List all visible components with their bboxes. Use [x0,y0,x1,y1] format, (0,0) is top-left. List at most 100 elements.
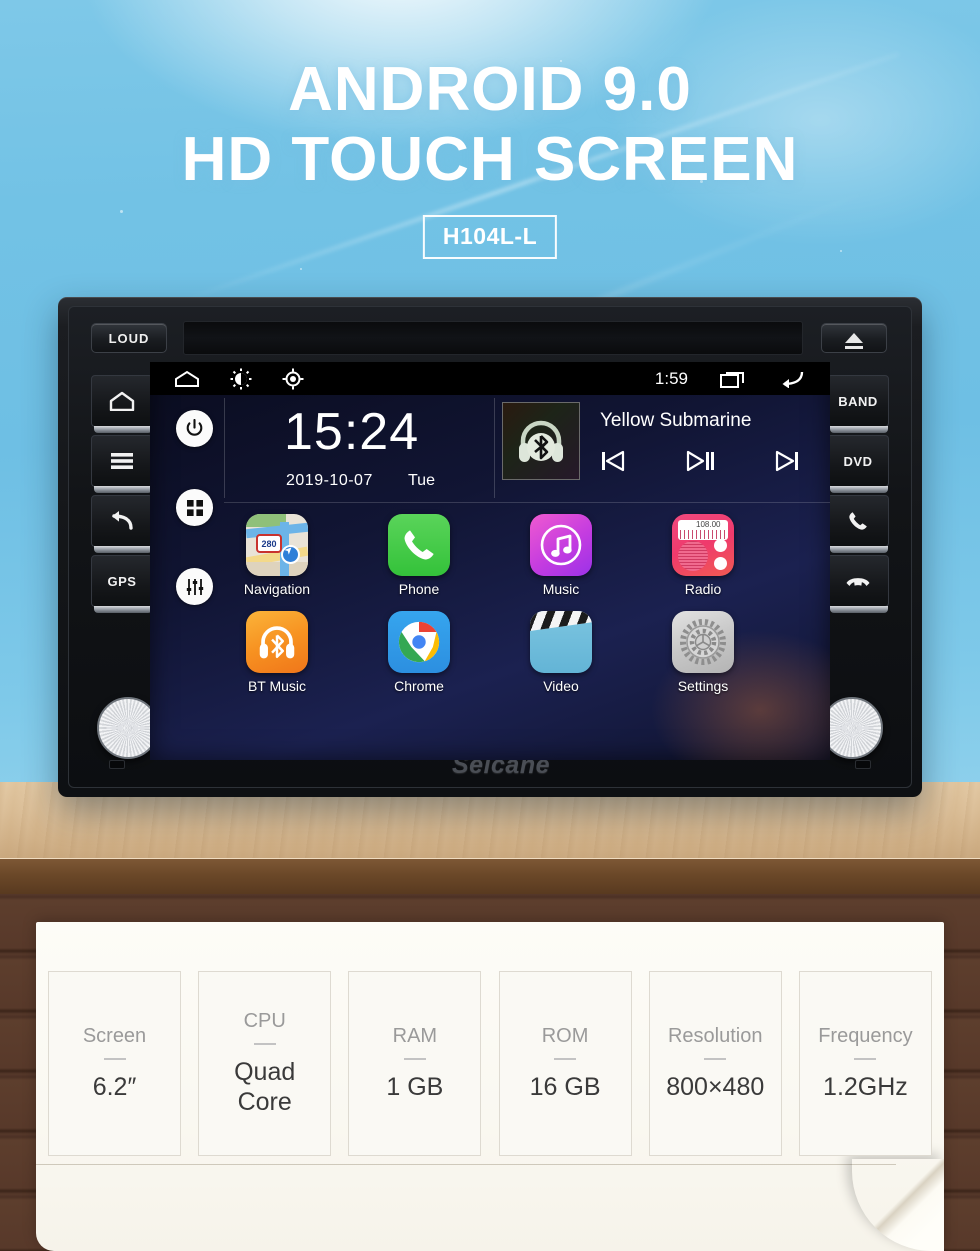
hw-button-band[interactable]: BAND [827,375,889,433]
clock-weekday: Tue [408,472,435,489]
app-radio[interactable]: 108.00 Radio [665,514,741,597]
spec-value: 6.2″ [92,1072,137,1101]
spec-divider [704,1057,727,1060]
hw-button-menu[interactable] [91,435,153,493]
app-video[interactable]: Video [523,611,599,694]
status-bar-left-icons [174,368,304,390]
music-note-glyph [540,524,582,566]
navigation-icon: 280 [246,514,308,576]
widget-bottom-divider [224,502,830,503]
spec-card-rom: ROM 16 GB [498,971,632,1156]
page-curl-corner [852,1159,944,1251]
chrome-icon [388,611,450,673]
media-widget: Yellow Submarine [502,402,802,494]
recents-icon[interactable] [720,369,746,388]
hero-headline: ANDROID 9.0 HD TOUCH SCREEN [0,57,980,195]
highway-shield-badge: 280 [256,534,282,553]
page-fold-line [36,1164,896,1165]
spec-label: Resolution [667,1024,763,1047]
radio-icon: 108.00 [672,514,734,576]
right-button-column: BAND DVD [827,375,889,615]
spec-card-resolution: Resolution 800×480 [648,971,782,1156]
chrome-glyph [398,621,440,663]
hw-button-call-answer[interactable] [827,495,889,553]
hw-button-home[interactable] [91,375,153,433]
home-icon[interactable] [174,370,200,387]
prev-track-icon[interactable] [600,450,626,472]
spec-label: CPU [243,1009,286,1032]
app-bt-music[interactable]: BT Music [239,611,315,694]
top-bezel: LOUD [91,321,891,359]
dock-divider [224,398,225,498]
app-label: Phone [398,581,440,597]
back-icon[interactable] [778,369,804,388]
spec-label: ROM [541,1024,589,1047]
hw-button-call-end[interactable] [827,555,889,613]
spec-value: 1.2GHz [823,1072,908,1101]
back-icon [112,511,133,530]
app-label: Settings [677,678,729,694]
clock-date: 2019-10-07 [286,472,373,489]
status-bar-time: 1:59 [654,368,688,388]
left-button-column: GPS [91,375,153,615]
spec-card-cpu: CPU Quad Core [198,971,332,1156]
spec-divider [403,1057,426,1060]
app-chrome[interactable]: Chrome [381,611,457,694]
spec-value: 800×480 [666,1072,765,1101]
spec-divider [854,1057,877,1060]
spec-card-frequency: Frequency 1.2GHz [798,971,932,1156]
bt-headphones-glyph [259,626,295,659]
gears-glyph [680,619,726,665]
album-art[interactable] [502,402,580,480]
app-settings[interactable]: Settings [665,611,741,694]
home-icon [109,391,135,411]
app-grid: 280 Navigation Phone [150,514,830,708]
app-row-1: 280 Navigation Phone [150,514,830,597]
app-navigation[interactable]: 280 Navigation [239,514,315,597]
tune-knob[interactable] [821,697,883,759]
phone-icon [388,514,450,576]
spec-value: Quad Core [234,1057,296,1117]
phone-hangup-icon [846,578,870,586]
gps-icon[interactable] [282,368,304,390]
spec-value: 16 GB [529,1072,601,1101]
play-pause-icon[interactable] [685,450,715,472]
song-title: Yellow Submarine [600,410,752,431]
app-label: Navigation [243,581,311,597]
app-label: BT Music [247,678,307,694]
spec-card-ram: RAM 1 GB [348,971,482,1156]
brightness-icon[interactable] [230,368,252,390]
eject-icon [845,333,863,349]
status-bar-right-area: 1:59 [655,369,804,389]
app-row-2: BT Music Chrome Video Settings [150,611,830,694]
touch-screen[interactable]: 1:59 15:24 2019-10-07 Tue Yellow Submari… [150,362,830,760]
wooden-shelf-edge [0,858,980,894]
spec-label: Screen [82,1024,147,1047]
spec-label: Frequency [818,1024,913,1047]
spec-divider [554,1057,577,1060]
sparkle [300,268,302,270]
next-track-icon[interactable] [774,450,800,472]
spec-card-screen: Screen 6.2″ [48,971,181,1156]
eject-button[interactable] [821,323,887,353]
spec-value: 1 GB [386,1072,444,1101]
video-icon [530,611,592,673]
app-label: Video [543,678,579,694]
bluetooth-headphones-icon [519,420,563,462]
hw-button-gps[interactable]: GPS [91,555,153,613]
media-controls [600,450,800,472]
headline-line-2: HD TOUCH SCREEN [181,125,799,195]
disc-slot[interactable] [183,321,803,355]
app-phone[interactable]: Phone [381,514,457,597]
loud-button[interactable]: LOUD [91,323,167,353]
clock-media-divider [494,398,495,498]
menu-icon [111,453,133,469]
app-label: Radio [684,581,722,597]
app-music[interactable]: Music [523,514,599,597]
power-button[interactable] [176,410,213,447]
app-label: Chrome [394,678,444,694]
hw-button-back[interactable] [91,495,153,553]
spec-label: RAM [392,1024,438,1047]
hw-button-dvd[interactable]: DVD [827,435,889,493]
bluetooth-music-icon [246,611,308,673]
